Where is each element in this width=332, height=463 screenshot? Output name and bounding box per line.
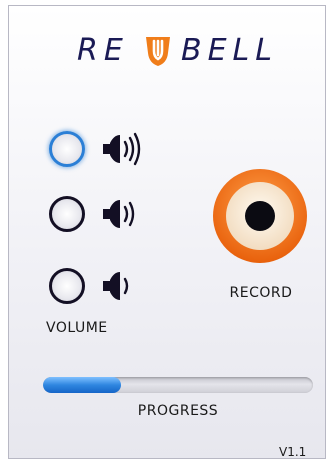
volume-option-low[interactable] [49,268,159,308]
speaker-high-icon [103,132,141,166]
record-icon [245,201,275,231]
brand-logo: RE BELL [77,31,272,71]
progress-fill [43,377,121,393]
volume-low-radio[interactable] [49,268,85,304]
logo-text-right: BELL [181,33,278,68]
record-label: RECORD [229,285,293,301]
volume-medium-radio[interactable] [49,196,85,232]
volume-option-medium[interactable] [49,196,159,236]
volume-high-radio[interactable] [49,131,85,167]
volume-option-high[interactable] [49,131,159,171]
version-label: V1.1 [279,445,307,459]
bell-logo-icon [146,37,170,66]
volume-label: VOLUME [46,320,108,336]
record-button[interactable] [212,168,308,264]
logo-text-left: RE [77,33,129,68]
progress-bar [43,377,313,393]
app-panel: RE BELL VOLUME RECORD PROGRESS V1.1 [8,5,326,459]
progress-label: PROGRESS [137,403,219,419]
speaker-low-icon [103,272,129,300]
speaker-medium-icon [103,200,135,228]
